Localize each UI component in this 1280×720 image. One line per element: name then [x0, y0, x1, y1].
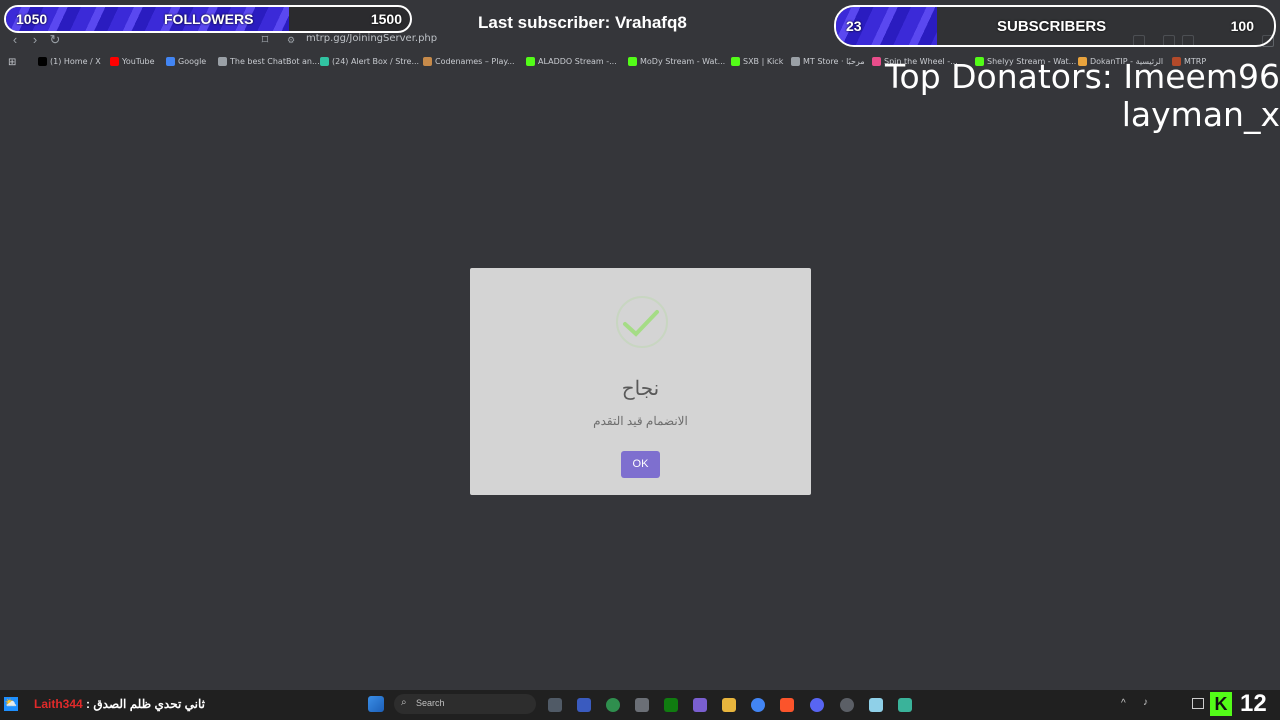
store-icon[interactable] [635, 698, 649, 712]
bookmark-item[interactable]: (1) Home / X [38, 57, 101, 66]
reload-icon[interactable]: ↻ [47, 32, 63, 48]
bookmark-item[interactable]: Google [166, 57, 206, 66]
bookmark-item[interactable]: MoDy Stream - Wat... [628, 57, 725, 66]
app-icon[interactable] [898, 698, 912, 712]
ticker-username: Laith344 [34, 697, 83, 711]
bookmark-item[interactable]: MT Store · مرحبًا [791, 57, 865, 66]
app-icon[interactable] [577, 698, 591, 712]
chatbot-icon [218, 57, 227, 66]
search-label: Search [416, 698, 445, 708]
bookmark-label: Codenames – Play... [435, 57, 515, 66]
address-bar[interactable]: mtrp.gg/JoiningServer.php [306, 33, 437, 44]
dialog-message: الانضمام قيد التقدم [593, 414, 688, 428]
last-subscriber: Last subscriber: Vrahafq8 [478, 13, 687, 32]
weather-icon[interactable]: ⛅ [4, 697, 18, 711]
followers-goal: 1500 [370, 11, 402, 27]
taskbar-search[interactable]: ⌕ Search [394, 694, 536, 714]
top-donators: Top Donators: Imeem96 layman_x [885, 58, 1280, 134]
site-info-icon[interactable]: ⚙ [283, 32, 299, 48]
back-icon[interactable]: ‹ [7, 32, 23, 48]
google-icon [166, 57, 175, 66]
bookmark-label: SXB | Kick [743, 57, 784, 66]
file-explorer-icon[interactable] [722, 698, 736, 712]
search-icon: ⌕ [401, 697, 407, 708]
followers-label: FOLLOWERS [164, 11, 254, 27]
obs-icon[interactable] [840, 698, 854, 712]
chrome-icon[interactable] [751, 698, 765, 712]
bookmark-item[interactable]: ALADDO Stream -... [526, 57, 617, 66]
followers-current: 1050 [16, 11, 48, 27]
x-icon [38, 57, 47, 66]
dialog-title: نجاح [621, 378, 660, 400]
bookmark-item[interactable]: YouTube [110, 57, 155, 66]
kick-icon [526, 57, 535, 66]
task-view-icon[interactable] [548, 698, 562, 712]
checkmark-icon [623, 310, 659, 337]
kick-icon [731, 57, 740, 66]
youtube-icon [110, 57, 119, 66]
top-donators-line1: Top Donators: Imeem96 [884, 57, 1280, 96]
notepad-icon[interactable] [869, 698, 883, 712]
top-donators-line2: layman_x [1121, 95, 1280, 134]
subscribers-current: 23 [846, 18, 862, 34]
bookmark-item[interactable]: The best ChatBot an... [218, 57, 320, 66]
ticker-separator: : [82, 697, 94, 711]
subscribers-goal: 100 [1230, 18, 1254, 34]
brave-icon[interactable] [780, 698, 794, 712]
wheel-icon [872, 57, 881, 66]
xbox-icon[interactable] [606, 698, 620, 712]
success-dialog: نجاح الانضمام قيد التقدم OK [470, 268, 811, 495]
game-controller-icon[interactable] [693, 698, 707, 712]
kick-logo-icon: K [1210, 692, 1232, 716]
bookmark-label: ALADDO Stream -... [538, 57, 617, 66]
kick-icon [628, 57, 637, 66]
bookmark-label: MT Store · مرحبًا [803, 57, 865, 66]
followers-goal-bar: 1050 FOLLOWERS 1500 [4, 5, 412, 33]
forward-icon[interactable]: › [27, 32, 43, 48]
display-icon[interactable] [1192, 698, 1204, 709]
subscribers-label: SUBSCRIBERS [997, 18, 1107, 35]
ticker-message: ثاني تحدي ظلم الصدق [93, 697, 205, 711]
subscribers-goal-bar: 23 SUBSCRIBERS 100 [834, 5, 1276, 47]
viewer-count: 12 [1240, 690, 1267, 717]
apps-icon[interactable]: ⊞ [8, 57, 16, 68]
bookmark-item[interactable]: SXB | Kick [731, 57, 783, 66]
globe-icon [791, 57, 800, 66]
bookmark-label: (24) Alert Box / Stre... [332, 57, 420, 66]
bookmark-icon[interactable]: ⌑ [257, 32, 273, 48]
bookmark-label: (1) Home / X [50, 57, 101, 66]
discord-icon[interactable] [810, 698, 824, 712]
bookmark-item[interactable]: (24) Alert Box / Stre... [320, 57, 419, 66]
tray-chevron-icon[interactable]: ^ [1121, 698, 1126, 709]
bookmark-item[interactable]: Codenames – Play... [423, 57, 515, 66]
codenames-icon [423, 57, 432, 66]
start-icon[interactable] [368, 696, 384, 712]
ok-button[interactable]: OK [621, 451, 660, 478]
bookmark-label: The best ChatBot an... [230, 57, 320, 66]
bookmark-label: MoDy Stream - Wat... [640, 57, 726, 66]
chat-ticker: Laith344 : ثاني تحدي ظلم الصدق [34, 697, 205, 711]
bookmark-label: Google [178, 57, 207, 66]
streamlabs-icon [320, 57, 329, 66]
gamepass-icon[interactable] [664, 698, 678, 712]
bookmark-label: YouTube [122, 57, 155, 66]
microphone-icon[interactable]: ♪ [1143, 697, 1148, 708]
